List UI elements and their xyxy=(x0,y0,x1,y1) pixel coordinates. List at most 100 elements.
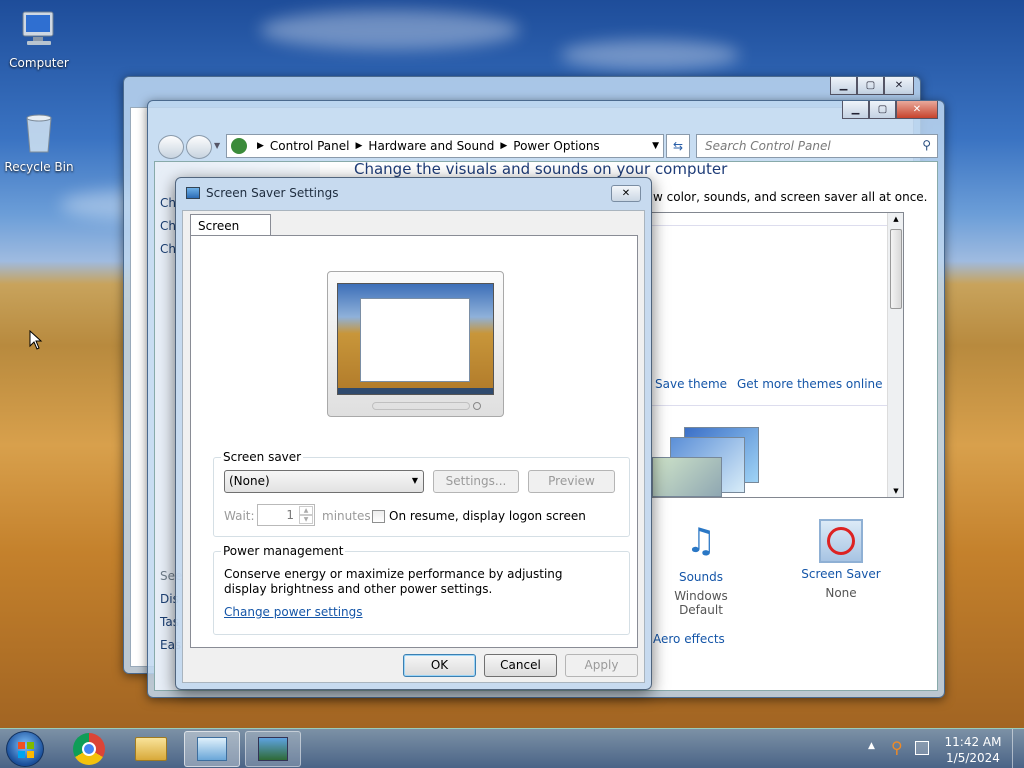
clock-time: 11:42 AM xyxy=(944,735,1002,749)
maximize-button[interactable]: ▢ xyxy=(869,101,896,119)
breadcrumb-control-panel[interactable]: Control Panel xyxy=(270,139,350,153)
window-controls: ▁ ▢ ✕ xyxy=(830,77,914,95)
resume-checkbox[interactable] xyxy=(372,510,385,523)
spin-up-icon[interactable]: ▲ xyxy=(299,506,313,515)
power-button-icon xyxy=(473,402,481,410)
cloud xyxy=(260,10,520,50)
back-button[interactable] xyxy=(158,135,184,159)
address-bar[interactable]: ▶ Control Panel ▶ Hardware and Sound ▶ P… xyxy=(226,134,664,158)
close-button[interactable]: ✕ xyxy=(884,77,914,95)
maximize-button[interactable]: ▢ xyxy=(857,77,884,95)
breadcrumb-separator-icon: ▶ xyxy=(355,141,363,151)
start-button[interactable] xyxy=(6,731,44,767)
control-panel-taskbar-button[interactable] xyxy=(184,731,240,767)
windows-logo-icon xyxy=(18,742,34,758)
screen-saver-value: None xyxy=(825,586,857,600)
wait-stepper[interactable]: 1 ▲ ▼ xyxy=(257,504,315,526)
change-power-settings-link[interactable]: Change power settings xyxy=(224,605,363,619)
address-dropdown-icon[interactable]: ▼ xyxy=(652,141,659,151)
sounds-label[interactable]: Sounds xyxy=(651,570,751,584)
close-button[interactable]: ✕ xyxy=(611,185,641,202)
scroll-up-icon[interactable]: ▲ xyxy=(888,215,904,223)
show-hidden-icons-icon[interactable]: ▲ xyxy=(868,741,875,751)
page-title: Change the visuals and sounds on your co… xyxy=(354,160,728,178)
apply-button[interactable]: Apply xyxy=(565,654,638,677)
power-description: Conserve energy or maximize performance … xyxy=(224,567,563,596)
preview-screen xyxy=(337,283,494,395)
screen-saver-group: Screen saver (None) ▼ Settings... Previe… xyxy=(213,450,630,537)
themes-list[interactable]: Save theme Get more themes online ▲ ▼ xyxy=(651,212,904,498)
tab-screen-saver[interactable]: Screen Saver xyxy=(190,214,271,247)
control-panel-icon xyxy=(197,737,227,761)
spin-down-icon[interactable]: ▼ xyxy=(299,515,313,524)
cancel-button[interactable]: Cancel xyxy=(484,654,557,677)
cloud xyxy=(560,40,740,70)
desktop-icon-label: Computer xyxy=(9,56,69,70)
wait-label: Wait: xyxy=(224,509,255,523)
clock[interactable]: 11:42 AM 1/5/2024 xyxy=(940,734,1006,766)
dialog-title: Screen Saver Settings xyxy=(206,186,339,200)
dialog-client-area: Screen Saver Screen saver (None) ▼ Setti… xyxy=(182,210,645,683)
action-center-icon[interactable]: ⚲ xyxy=(891,738,903,757)
screen-saver-taskbar-button[interactable] xyxy=(245,731,301,767)
minimize-button[interactable]: ▁ xyxy=(830,77,857,95)
search-input[interactable]: Search Control Panel xyxy=(705,139,831,153)
chrome-taskbar-button[interactable] xyxy=(61,731,117,767)
left-link[interactable]: Ch xyxy=(160,238,176,261)
mouse-cursor-icon xyxy=(29,330,43,350)
show-desktop-button[interactable] xyxy=(1012,729,1024,768)
taskbar: ▲ ⚲ 11:42 AM 1/5/2024 xyxy=(0,728,1024,768)
left-link[interactable]: Ch xyxy=(160,215,176,238)
screen-saver-icon xyxy=(819,519,863,563)
clock-date: 1/5/2024 xyxy=(946,751,1000,765)
search-icon[interactable]: ⚲ xyxy=(922,138,931,152)
recycle-bin-icon xyxy=(17,112,61,156)
chevron-down-icon: ▼ xyxy=(411,476,418,485)
desktop-icon-recycle-bin[interactable]: Recycle Bin xyxy=(3,112,75,174)
minutes-label: minutes xyxy=(322,509,371,523)
control-panel-icon xyxy=(231,138,247,154)
preview-button[interactable]: Preview xyxy=(528,470,615,493)
screen-saver-select[interactable]: (None) ▼ xyxy=(224,470,424,493)
left-link[interactable]: Ch xyxy=(160,192,176,215)
forward-button[interactable] xyxy=(186,135,212,159)
monitor-preview xyxy=(327,271,504,417)
scroll-thumb[interactable] xyxy=(890,229,902,309)
screen-saver-title-icon xyxy=(186,187,200,199)
tab-page: Screen saver (None) ▼ Settings... Previe… xyxy=(190,235,638,648)
screen-saver-item[interactable]: Screen Saver None xyxy=(791,516,891,600)
save-theme-link[interactable]: Save theme xyxy=(655,377,727,391)
get-more-themes-link[interactable]: Get more themes online xyxy=(737,377,883,391)
explorer-taskbar-button[interactable] xyxy=(123,731,179,767)
search-box[interactable]: Search Control Panel ⚲ xyxy=(696,134,938,158)
desktop-icon-computer[interactable]: Computer xyxy=(3,8,75,70)
window-controls: ▁ ▢ ✕ xyxy=(842,101,938,119)
screen-saver-selected: (None) xyxy=(229,474,270,488)
screen-saver-dialog: Screen Saver Settings ✕ Screen Saver Scr… xyxy=(175,177,652,690)
sounds-value: Windows Default xyxy=(674,589,728,617)
resume-label[interactable]: On resume, display logon screen xyxy=(389,509,586,523)
themes-list-header xyxy=(652,213,888,226)
scrollbar[interactable]: ▲ ▼ xyxy=(887,213,903,497)
power-management-group: Power management Conserve energy or maxi… xyxy=(213,544,630,635)
folder-icon xyxy=(135,737,167,761)
network-icon[interactable] xyxy=(915,741,929,755)
scroll-down-icon[interactable]: ▼ xyxy=(888,487,904,495)
close-button[interactable]: ✕ xyxy=(896,101,938,119)
breadcrumb-power-options[interactable]: Power Options xyxy=(513,139,599,153)
refresh-icon[interactable]: ⇆ xyxy=(666,134,690,158)
settings-button[interactable]: Settings... xyxy=(433,470,519,493)
page-subtitle: w color, sounds, and screen saver all at… xyxy=(653,190,928,204)
sounds-item[interactable]: ♫ Sounds Windows Default xyxy=(651,516,751,617)
power-management-legend: Power management xyxy=(221,544,346,558)
breadcrumb-hardware-and-sound[interactable]: Hardware and Sound xyxy=(368,139,494,153)
theme-thumbnail[interactable] xyxy=(652,427,762,497)
wait-value[interactable]: 1 xyxy=(286,508,294,522)
breadcrumb-separator-icon: ▶ xyxy=(257,141,264,151)
screen-saver-label[interactable]: Screen Saver xyxy=(791,567,891,581)
screen-saver-legend: Screen saver xyxy=(221,450,304,464)
ok-button[interactable]: OK xyxy=(403,654,476,677)
minimize-button[interactable]: ▁ xyxy=(842,101,869,119)
aero-effects-link[interactable]: Aero effects xyxy=(653,632,725,646)
recent-pages-chevron-icon[interactable]: ▼ xyxy=(214,141,220,150)
